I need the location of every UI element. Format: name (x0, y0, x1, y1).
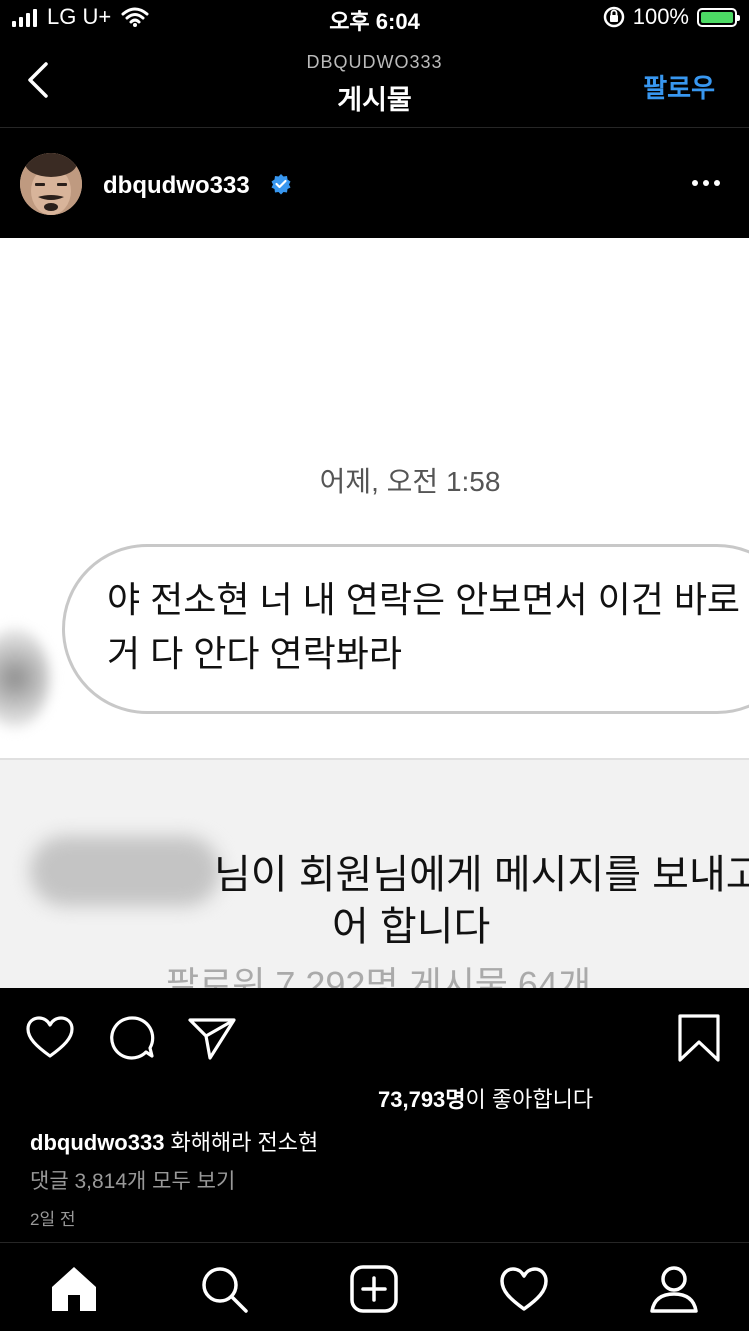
request-notice-line1: 님이 회원님에게 메시지를 보내고 (214, 853, 749, 897)
avatar[interactable] (20, 153, 82, 215)
view-comments-link[interactable]: 댓글 3,814개 모두 보기 (30, 1165, 235, 1195)
verified-badge-icon (271, 174, 291, 195)
blurred-avatar (0, 628, 50, 728)
home-icon[interactable] (48, 1263, 100, 1315)
battery-percent: 100% (632, 4, 689, 29)
follower-stats: 팔로워 7,292명 게시물 64개 (166, 964, 592, 988)
post-date: 2일 전 (30, 1210, 76, 1229)
likes-count: 73,793명 (378, 1087, 466, 1112)
caption-text: 화해해라 전소현 (170, 1130, 319, 1155)
post-image[interactable]: 어제, 오전 1:58 야 전소현 너 내 연락은 안보면서 이건 바로 볼 거… (0, 238, 749, 988)
page-title: 게시물 (337, 85, 412, 115)
orientation-lock-icon (603, 6, 624, 28)
post-header: dbqudwo333 (0, 128, 749, 238)
bookmark-icon[interactable] (674, 1012, 726, 1064)
more-options-icon[interactable] (690, 178, 722, 188)
likes-suffix: 이 좋아합니다 (465, 1087, 594, 1112)
plus-square-icon[interactable] (348, 1263, 400, 1315)
nav-subtitle: DBQUDWO333 (306, 52, 443, 72)
follow-button[interactable]: 팔로우 (643, 68, 715, 105)
action-bar (0, 988, 749, 1078)
image-timestamp: 어제, 오전 1:58 (319, 466, 501, 497)
status-bar: LG U+ 오후 6:04 100% (0, 0, 749, 40)
heart-icon[interactable] (24, 1012, 76, 1064)
battery-icon (697, 7, 740, 27)
person-icon[interactable] (648, 1263, 700, 1315)
message-bubble: 야 전소현 너 내 연락은 안보면서 이건 바로 볼 거 다 안다 연락봐라 (62, 544, 749, 714)
post-username[interactable]: dbqudwo333 (103, 172, 250, 200)
paper-plane-icon[interactable] (186, 1012, 238, 1064)
battery-level (701, 11, 733, 23)
message-text: 야 전소현 너 내 연락은 안보면서 이건 바로 볼 거 다 안다 연락봐라 (107, 579, 749, 674)
activity-heart-icon[interactable] (498, 1263, 550, 1315)
caption: dbqudwo333 화해해라 전소현 (30, 1125, 318, 1157)
likes-summary[interactable]: 73,793명이 좋아합니다 (378, 1082, 593, 1114)
search-icon[interactable] (198, 1263, 250, 1315)
nav-bar: DBQUDWO333 게시물 팔로우 (0, 40, 749, 128)
request-notice-line2: 어 합니다 (332, 905, 491, 949)
status-right: 100% (603, 4, 740, 30)
blurred-name (30, 836, 220, 906)
caption-username[interactable]: dbqudwo333 (30, 1130, 164, 1155)
comment-icon[interactable] (106, 1012, 158, 1064)
tab-bar (0, 1242, 749, 1331)
